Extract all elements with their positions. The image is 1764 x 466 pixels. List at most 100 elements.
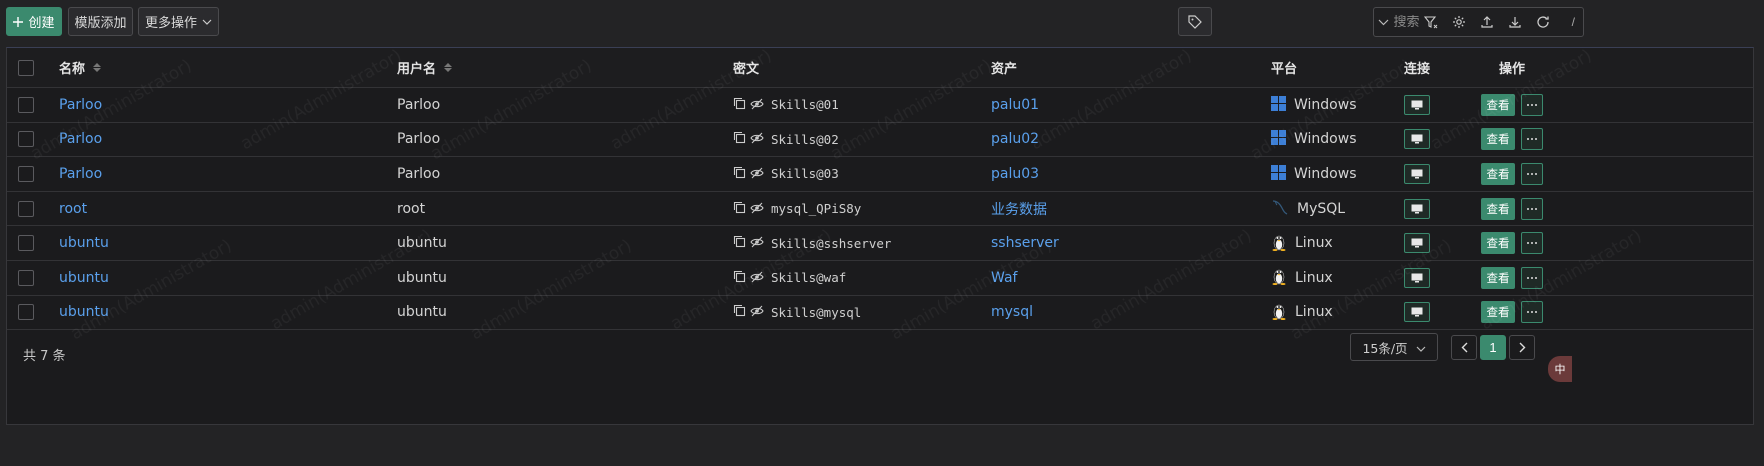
row-checkbox[interactable] bbox=[18, 131, 34, 148]
asset-link[interactable]: palu03 bbox=[991, 157, 1039, 191]
connect-button[interactable] bbox=[1404, 267, 1430, 288]
header-username[interactable]: 用户名 bbox=[397, 48, 453, 87]
chevron-right-icon bbox=[1519, 342, 1525, 353]
mysql-icon bbox=[1271, 199, 1289, 218]
upload-icon[interactable] bbox=[1477, 12, 1497, 32]
more-actions-dropdown[interactable]: 更多操作 bbox=[138, 7, 219, 36]
row-select-cell bbox=[18, 226, 34, 260]
table-row: Parloo Parloo Skills@02 palu02 Windows 查… bbox=[7, 123, 1753, 158]
account-name-link[interactable]: Parloo bbox=[59, 123, 102, 157]
download-icon[interactable] bbox=[1505, 12, 1525, 32]
asset-link[interactable]: palu02 bbox=[991, 123, 1039, 157]
eye-slash-icon[interactable] bbox=[750, 97, 764, 113]
next-page-button[interactable] bbox=[1509, 335, 1535, 360]
more-options-button[interactable] bbox=[1521, 266, 1543, 289]
secret-cell: Skills@01 bbox=[733, 88, 839, 122]
eye-slash-icon[interactable] bbox=[750, 201, 764, 217]
row-checkbox[interactable] bbox=[18, 304, 34, 321]
asset-link[interactable]: mysql bbox=[991, 296, 1033, 330]
create-button[interactable]: 创建 bbox=[6, 7, 62, 36]
account-name-link[interactable]: Parloo bbox=[59, 157, 102, 191]
row-checkbox[interactable] bbox=[18, 269, 34, 286]
windows-icon bbox=[1271, 130, 1286, 148]
copy-icon[interactable] bbox=[733, 166, 746, 182]
table-row: ubuntu ubuntu Skills@sshserver sshserver… bbox=[7, 226, 1753, 261]
settings-gear-icon[interactable] bbox=[1449, 12, 1469, 32]
account-name-link[interactable]: ubuntu bbox=[59, 226, 109, 260]
connect-button[interactable] bbox=[1404, 198, 1430, 219]
table-row: root root mysql_QPiS8y 业务数据 MySQL 查看 bbox=[7, 192, 1753, 227]
username-text: Parloo bbox=[397, 96, 441, 113]
view-button[interactable]: 查看 bbox=[1481, 128, 1515, 151]
view-button[interactable]: 查看 bbox=[1481, 301, 1515, 324]
eye-slash-icon[interactable] bbox=[750, 166, 764, 182]
template-add-label: 模版添加 bbox=[74, 16, 127, 31]
row-checkbox[interactable] bbox=[18, 235, 34, 252]
create-label: 创建 bbox=[28, 16, 55, 31]
translate-extension-icon[interactable]: 中 bbox=[1548, 356, 1572, 382]
secret-text: mysql_QPiS8y bbox=[771, 201, 862, 217]
refresh-icon[interactable] bbox=[1533, 12, 1553, 32]
row-select-cell bbox=[18, 296, 34, 330]
more-options-button[interactable] bbox=[1521, 197, 1543, 220]
more-options-button[interactable] bbox=[1521, 128, 1543, 151]
eye-slash-icon[interactable] bbox=[750, 304, 764, 320]
row-select-cell bbox=[18, 261, 34, 295]
view-button[interactable]: 查看 bbox=[1481, 197, 1515, 220]
row-checkbox[interactable] bbox=[18, 200, 34, 217]
asset-link[interactable]: Waf bbox=[991, 261, 1017, 295]
copy-icon[interactable] bbox=[733, 131, 746, 147]
eye-slash-icon[interactable] bbox=[750, 131, 764, 147]
view-button[interactable]: 查看 bbox=[1481, 162, 1515, 185]
toolbar: 创建 模版添加 更多操作 / bbox=[0, 0, 1764, 44]
page-size-select[interactable]: 15条/页 bbox=[1350, 333, 1438, 361]
row-checkbox[interactable] bbox=[18, 96, 34, 113]
connect-cell bbox=[1404, 226, 1430, 260]
linux-icon bbox=[1271, 233, 1287, 254]
actions-cell: 查看 bbox=[1481, 226, 1543, 260]
row-checkbox[interactable] bbox=[18, 165, 34, 182]
copy-icon[interactable] bbox=[733, 304, 746, 320]
page-1-button[interactable]: 1 bbox=[1480, 335, 1506, 360]
asset-link[interactable]: 业务数据 bbox=[991, 192, 1047, 226]
header-name[interactable]: 名称 bbox=[59, 48, 102, 87]
copy-icon[interactable] bbox=[733, 270, 746, 286]
account-name-link[interactable]: ubuntu bbox=[59, 296, 109, 330]
secret-cell: Skills@sshserver bbox=[733, 226, 891, 260]
prev-page-button[interactable] bbox=[1451, 335, 1477, 360]
template-add-button[interactable]: 模版添加 bbox=[68, 7, 133, 36]
sort-icon[interactable] bbox=[444, 63, 453, 72]
account-name-link[interactable]: root bbox=[59, 192, 87, 226]
more-options-button[interactable] bbox=[1521, 301, 1543, 324]
linux-icon bbox=[1271, 267, 1287, 288]
copy-icon[interactable] bbox=[733, 201, 746, 217]
tag-filter-button[interactable] bbox=[1178, 7, 1212, 36]
select-all-checkbox[interactable] bbox=[18, 59, 34, 76]
eye-slash-icon[interactable] bbox=[750, 270, 764, 286]
view-button[interactable]: 查看 bbox=[1481, 93, 1515, 116]
more-options-button[interactable] bbox=[1521, 232, 1543, 255]
connect-button[interactable] bbox=[1404, 302, 1430, 323]
more-options-button[interactable] bbox=[1521, 162, 1543, 185]
search-filter-chevron-icon[interactable] bbox=[1374, 19, 1394, 26]
asset-link[interactable]: sshserver bbox=[991, 226, 1059, 260]
more-options-button[interactable] bbox=[1521, 93, 1543, 116]
eye-slash-icon[interactable] bbox=[750, 235, 764, 251]
account-name-link[interactable]: ubuntu bbox=[59, 261, 109, 295]
asset-link[interactable]: palu01 bbox=[991, 88, 1039, 122]
copy-icon[interactable] bbox=[733, 235, 746, 251]
connect-button[interactable] bbox=[1404, 163, 1430, 184]
account-name-link[interactable]: Parloo bbox=[59, 88, 102, 122]
column-filter-icon[interactable] bbox=[1421, 12, 1441, 32]
username-text: ubuntu bbox=[397, 235, 447, 252]
connect-button[interactable] bbox=[1404, 233, 1430, 254]
view-button[interactable]: 查看 bbox=[1481, 266, 1515, 289]
sort-icon[interactable] bbox=[93, 63, 102, 72]
platform-label: Windows bbox=[1294, 165, 1357, 182]
platform-cell: Linux bbox=[1271, 261, 1333, 295]
connect-button[interactable] bbox=[1404, 94, 1430, 115]
connect-button[interactable] bbox=[1404, 129, 1430, 150]
header-username-label: 用户名 bbox=[397, 62, 437, 77]
view-button[interactable]: 查看 bbox=[1481, 232, 1515, 255]
copy-icon[interactable] bbox=[733, 97, 746, 113]
